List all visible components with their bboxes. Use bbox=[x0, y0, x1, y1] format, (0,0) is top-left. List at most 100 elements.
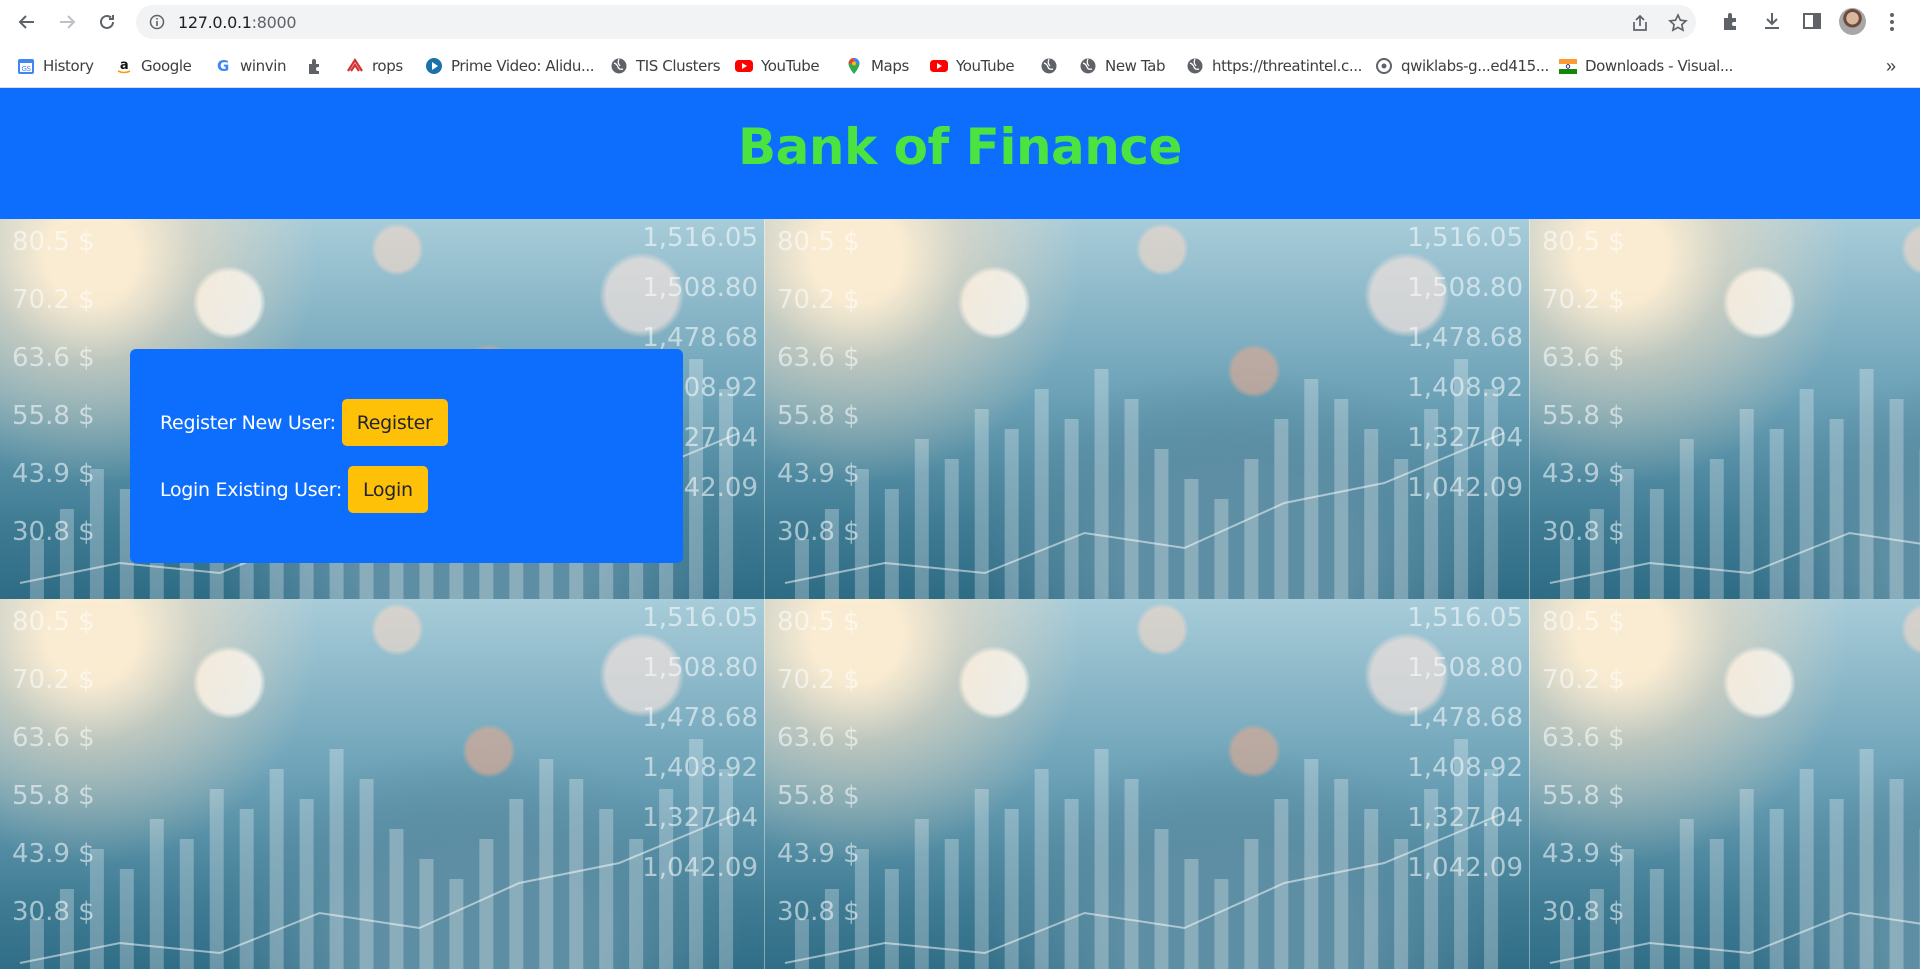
background-price-label: 1,478.68 bbox=[1407, 703, 1523, 733]
extensions-icon[interactable] bbox=[1720, 10, 1742, 32]
svg-text:a: a bbox=[120, 58, 128, 73]
background-bar bbox=[1829, 799, 1844, 969]
background-tile: 80.5 $70.2 $63.6 $55.8 $43.9 $30.8 $1,51… bbox=[0, 599, 765, 969]
share-icon[interactable] bbox=[1630, 13, 1650, 33]
background-bar bbox=[1154, 449, 1169, 599]
background-price-label: 63.6 $ bbox=[12, 723, 95, 753]
arrow-right-icon bbox=[60, 15, 76, 29]
bookmark-maps[interactable]: Maps bbox=[845, 56, 909, 76]
site-info-icon[interactable] bbox=[149, 14, 165, 30]
background-bar bbox=[1334, 779, 1349, 969]
url-text: 127.0.0.1:8000 bbox=[178, 13, 297, 32]
background-bar bbox=[569, 779, 584, 969]
bookmark-label: Maps bbox=[871, 57, 909, 75]
background-bar bbox=[359, 779, 374, 969]
background-price-label: 80.5 $ bbox=[1542, 227, 1625, 257]
address-bar[interactable]: 127.0.0.1:8000 bbox=[136, 5, 1696, 39]
bookmark-label: Google bbox=[141, 57, 192, 75]
profile-avatar[interactable] bbox=[1839, 8, 1866, 35]
background-price-label: 1,516.05 bbox=[1407, 603, 1523, 633]
login-button[interactable]: Login bbox=[347, 466, 428, 513]
background-bar bbox=[914, 439, 929, 599]
google-icon: G bbox=[217, 57, 229, 75]
download-icon[interactable] bbox=[1761, 10, 1783, 32]
background-bar bbox=[599, 809, 614, 969]
back-button[interactable] bbox=[12, 7, 42, 37]
arrow-left-icon bbox=[18, 15, 34, 29]
background-tile: 80.5 $70.2 $63.6 $55.8 $43.9 $30.8 $1,51… bbox=[1530, 219, 1920, 599]
background-bar bbox=[1649, 869, 1664, 969]
background-price-label: 70.2 $ bbox=[12, 285, 95, 315]
background-price-label: 70.2 $ bbox=[1542, 665, 1625, 695]
background-price-label: 43.9 $ bbox=[12, 459, 95, 489]
background-bar bbox=[1364, 429, 1379, 599]
bookmark-prime-video[interactable]: Prime Video: Alidu... bbox=[425, 56, 595, 76]
background-price-label: 70.2 $ bbox=[12, 665, 95, 695]
chrome-settings-icon bbox=[1376, 58, 1392, 74]
bookmark-qwiklabs[interactable]: qwiklabs-g...ed415... bbox=[1375, 56, 1549, 76]
background-bar bbox=[1094, 749, 1109, 969]
background-price-label: 70.2 $ bbox=[1542, 285, 1625, 315]
background-price-label: 63.6 $ bbox=[777, 723, 860, 753]
register-button[interactable]: Register bbox=[341, 399, 448, 446]
bookmark-rops[interactable]: rops bbox=[346, 56, 403, 76]
background-bar bbox=[479, 839, 494, 969]
bookmark-youtube-1[interactable]: YouTube bbox=[735, 56, 820, 76]
background-bar bbox=[1034, 389, 1049, 599]
background-price-label: 1,327.04 bbox=[1407, 423, 1523, 453]
bookmark-extension[interactable] bbox=[306, 56, 324, 76]
background-image-tiles: 80.5 $ 70.2 $ 63.6 $ 55.8 $ 43.9 $ 30.8 $ 1,51… bbox=[0, 219, 1920, 969]
bookmark-google[interactable]: a Google bbox=[115, 56, 192, 76]
background-price-label: 30.8 $ bbox=[12, 897, 95, 927]
star-icon[interactable] bbox=[1668, 13, 1688, 33]
background-price-label: 55.8 $ bbox=[1542, 401, 1625, 431]
background-bar bbox=[539, 759, 554, 969]
google-calendar-icon: GS bbox=[18, 59, 34, 74]
background-price-label: 55.8 $ bbox=[12, 401, 95, 431]
background-price-label: 30.8 $ bbox=[12, 517, 95, 547]
bookmark-globe[interactable] bbox=[1040, 56, 1058, 76]
background-price-label: 55.8 $ bbox=[1542, 781, 1625, 811]
background-price-label: 1,516.05 bbox=[1407, 223, 1523, 253]
background-bar bbox=[1799, 389, 1814, 599]
background-bar bbox=[1004, 429, 1019, 599]
bookmark-label: History bbox=[43, 57, 94, 75]
background-price-label: 55.8 $ bbox=[777, 401, 860, 431]
background-bar bbox=[1394, 459, 1409, 599]
bookmark-label: Prime Video: Alidu... bbox=[451, 57, 595, 75]
bookmark-label: New Tab bbox=[1105, 57, 1166, 75]
bookmark-new-tab[interactable]: New Tab bbox=[1079, 56, 1165, 76]
background-bar bbox=[974, 409, 989, 599]
svg-text:G: G bbox=[217, 57, 229, 75]
bookmark-label: YouTube bbox=[761, 57, 820, 75]
globe-icon bbox=[1041, 58, 1057, 74]
background-tile: 80.5 $70.2 $63.6 $55.8 $43.9 $30.8 $1,51… bbox=[765, 219, 1530, 599]
background-price-label: 43.9 $ bbox=[1542, 459, 1625, 489]
bookmark-downloads[interactable]: Downloads - Visual... bbox=[1559, 56, 1733, 76]
bookmark-threatintel[interactable]: https://threatintel.c... bbox=[1186, 56, 1362, 76]
background-price-label: 1,508.80 bbox=[1407, 653, 1523, 683]
reload-button[interactable] bbox=[92, 7, 122, 37]
background-price-label: 1,327.04 bbox=[1407, 803, 1523, 833]
background-price-label: 55.8 $ bbox=[12, 781, 95, 811]
background-price-label: 55.8 $ bbox=[777, 781, 860, 811]
side-panel-icon[interactable] bbox=[1801, 10, 1823, 32]
background-price-label: 1,478.68 bbox=[642, 703, 758, 733]
bookmark-tis-clusters[interactable]: TIS Clusters bbox=[610, 56, 721, 76]
forward-button[interactable] bbox=[52, 7, 82, 37]
background-bar bbox=[884, 869, 899, 969]
more-bookmarks-button[interactable]: » bbox=[1886, 56, 1896, 77]
background-price-label: 43.9 $ bbox=[1542, 839, 1625, 869]
bookmark-history[interactable]: GS History bbox=[17, 56, 94, 76]
auth-card: Register New User: Register Login Existi… bbox=[130, 349, 683, 563]
bookmark-winvin[interactable]: G winvin bbox=[214, 56, 286, 76]
background-bar bbox=[209, 789, 224, 969]
background-bar bbox=[1859, 369, 1874, 599]
extension-puzzle-icon bbox=[309, 59, 319, 74]
amazon-icon: a bbox=[117, 58, 131, 74]
background-bar bbox=[119, 869, 134, 969]
background-bar bbox=[1274, 419, 1289, 599]
bookmark-youtube-2[interactable]: YouTube bbox=[930, 56, 1015, 76]
menu-kebab-icon[interactable] bbox=[1884, 10, 1900, 34]
background-price-label: 63.6 $ bbox=[1542, 723, 1625, 753]
